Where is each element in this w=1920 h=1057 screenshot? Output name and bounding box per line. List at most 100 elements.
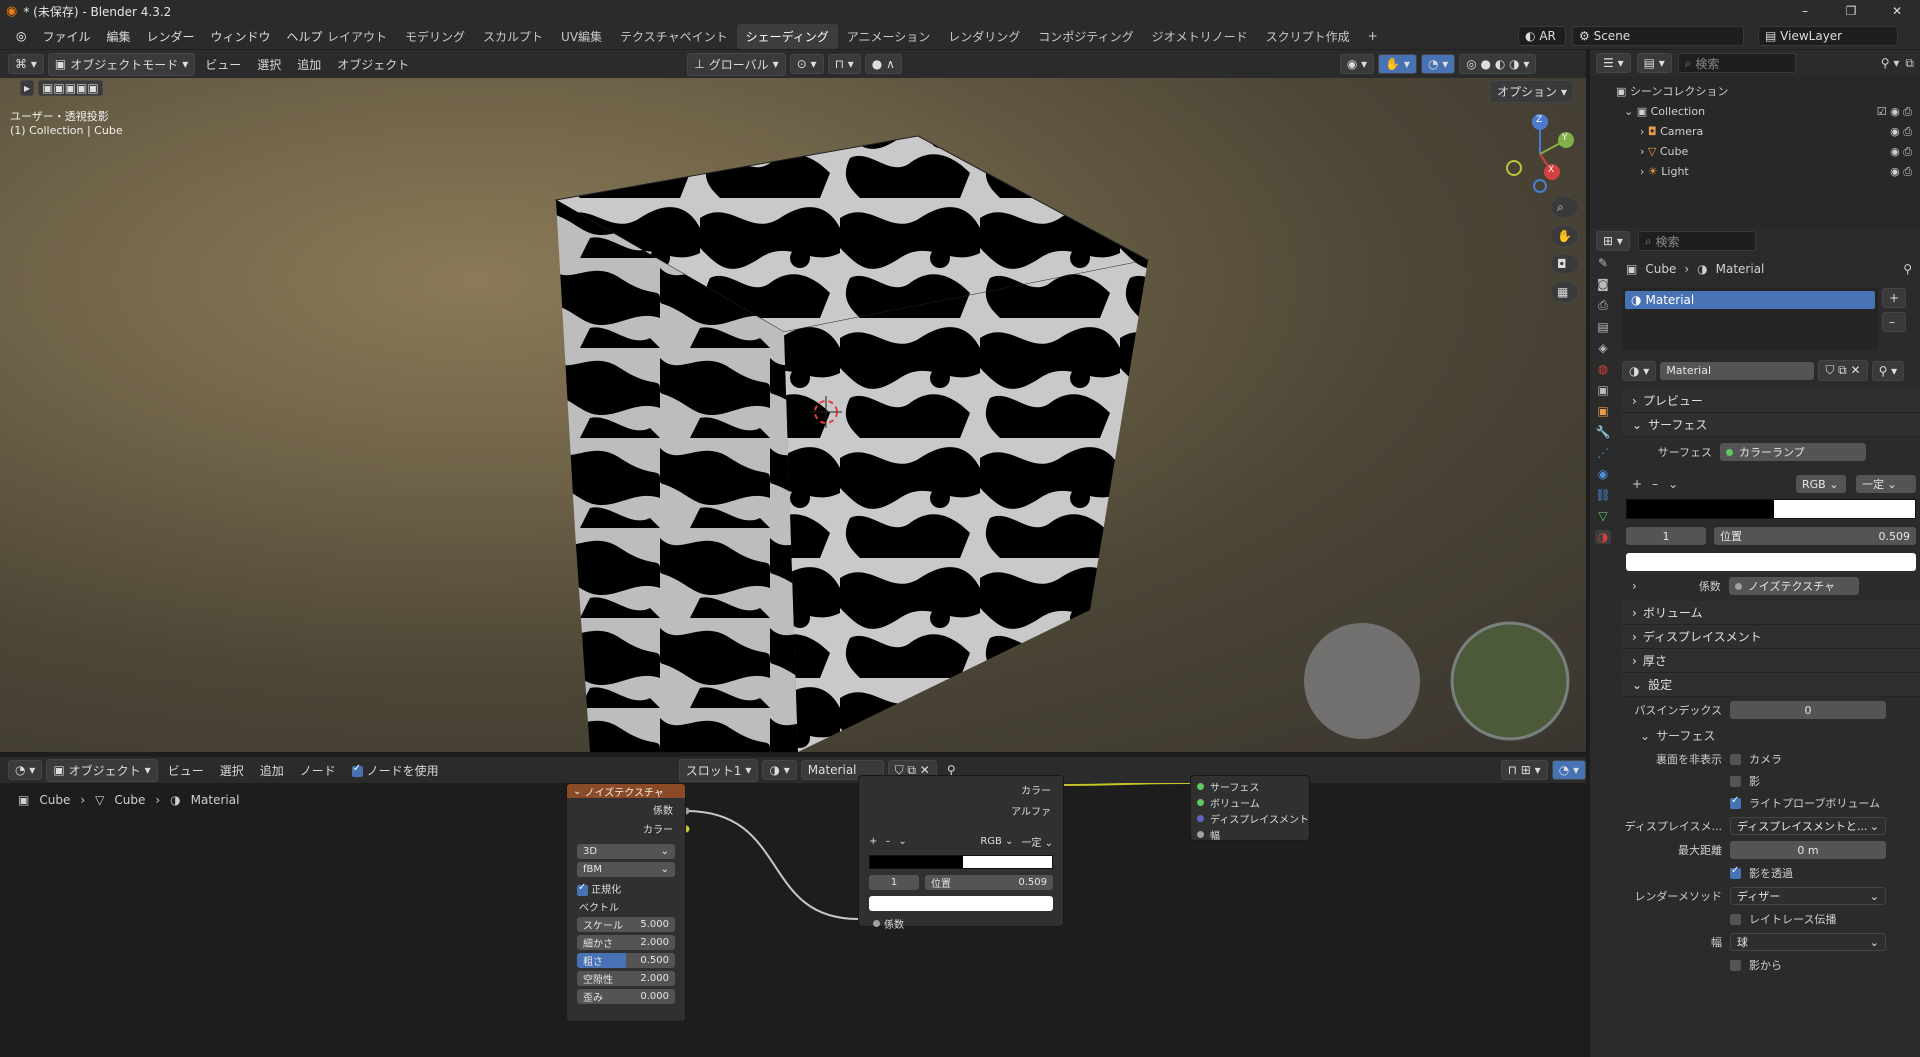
output-tab-icon[interactable]: ⎙ <box>1598 298 1608 313</box>
socket-icon[interactable] <box>1197 814 1204 822</box>
ramp-node-mode[interactable]: RGB ⌄ <box>980 836 1013 847</box>
view-layer-tab-icon[interactable]: ▤ <box>1597 320 1608 334</box>
properties-search-field[interactable]: ⌕ 検索 <box>1637 231 1756 251</box>
material-slot-list[interactable]: ◑ Material <box>1622 288 1878 350</box>
socket-icon[interactable] <box>1197 798 1204 806</box>
expand-chevron-icon[interactable]: ⌄ <box>1624 102 1633 122</box>
outliner-editor-type-button[interactable]: ☰ ▾ <box>1596 53 1631 73</box>
ramp-position-field[interactable]: 位置 0.509 <box>1714 527 1916 545</box>
tab-texture-paint[interactable]: テクスチャペイント <box>611 24 737 49</box>
browse-material-button[interactable]: ◑ ▾ <box>1622 360 1657 381</box>
noise-detail-field[interactable]: 細かさ 2.000 <box>577 935 675 950</box>
visibility-icons[interactable]: ◉ ⎙ <box>1890 162 1920 182</box>
pivot-button[interactable]: ⊙ ▾ <box>789 54 824 74</box>
visibility-icons[interactable]: ◉ ⎙ <box>1890 122 1920 142</box>
noise-texture-node[interactable]: ⌄ ノイズテクスチャ 係数 カラー 3D ⌄ fBM ⌄ 正規化 ベクトル スケール… <box>566 783 686 1022</box>
render-tab-icon[interactable]: ◙ <box>1597 277 1609 291</box>
remove-stop-icon[interactable]: – <box>885 836 890 847</box>
normalize-row[interactable]: 正規化 <box>567 881 685 896</box>
ramp-menu-icon[interactable]: ⌄ <box>898 836 906 847</box>
socket-icon[interactable] <box>873 920 880 927</box>
node-menu-node[interactable]: ノード <box>294 762 342 779</box>
remove-slot-button[interactable]: – <box>1882 312 1907 332</box>
socket-icon[interactable] <box>1197 830 1204 838</box>
visibility-icons[interactable]: ◉ ⎙ <box>1890 142 1920 162</box>
3d-viewport[interactable]: ▸ ▣▣▣▣▣ オプション ▾ ユーザー・透視投影 (1) Collection… <box>0 78 1586 752</box>
use-nodes-checkbox[interactable] <box>351 763 363 777</box>
data-tab-icon[interactable]: ▽ <box>1598 509 1607 523</box>
material-link-button[interactable]: ⚲ ▾ <box>1871 360 1905 381</box>
node-menu-select[interactable]: 選択 <box>214 762 250 779</box>
lightprobe-checkbox[interactable] <box>1730 795 1741 809</box>
add-stop-icon[interactable]: + <box>869 836 877 847</box>
remove-stop-icon[interactable]: – <box>1652 477 1658 491</box>
outliner-item-cube[interactable]: › ▽ Cube ◉ ⎙ <box>1616 142 1920 162</box>
pin-icon[interactable]: ⚲ <box>1903 262 1920 276</box>
expand-chevron-icon[interactable]: › <box>1640 122 1644 142</box>
outliner-item-camera[interactable]: › ◘ Camera ◉ ⎙ <box>1616 122 1920 142</box>
outliner-item-light[interactable]: › ☀ Light ◉ ⎙ <box>1616 162 1920 182</box>
expand-chevron-icon[interactable]: › <box>1640 142 1644 162</box>
tab-geometry-nodes[interactable]: ジオメトリノード <box>1143 24 1257 49</box>
editor-type-button[interactable]: ⌘ ▾ <box>8 54 44 74</box>
chevron-right-icon[interactable]: › <box>1632 579 1637 593</box>
filter-icon[interactable]: ⚲ ▾ <box>1881 56 1900 70</box>
panel-preview[interactable]: › プレビュー <box>1622 389 1920 413</box>
material-tab-icon[interactable]: ◑ <box>1594 530 1612 544</box>
tab-animation[interactable]: アニメーション <box>838 24 940 49</box>
add-stop-icon[interactable]: + <box>1632 477 1642 491</box>
particles-tab-icon[interactable]: ⋰ <box>1597 446 1609 460</box>
tab-shading[interactable]: シェーディング <box>736 23 838 49</box>
visibility-button[interactable]: ◉ ▾ <box>1339 54 1375 74</box>
properties-editor-type-button[interactable]: ⊞ ▾ <box>1596 231 1630 251</box>
factor-link-field[interactable]: ノイズテクスチャ <box>1728 577 1859 595</box>
node-snap-button[interactable]: ⊓ ⊞ ▾ <box>1500 760 1548 780</box>
ramp-interp[interactable]: 一定 ⌄ <box>1856 475 1916 493</box>
menu-edit[interactable]: 編集 <box>99 28 139 45</box>
snap-button[interactable]: ⊓ ▾ <box>827 54 861 74</box>
minimize-button[interactable]: – <box>1782 0 1828 22</box>
node-menu-view[interactable]: ビュー <box>162 762 210 779</box>
tool-tab-icon[interactable]: ✎ <box>1598 256 1608 270</box>
tab-modeling[interactable]: モデリング <box>396 24 474 49</box>
tab-compositing[interactable]: コンポジティング <box>1029 24 1142 49</box>
node-editor-type-button[interactable]: ◔ ▾ <box>8 760 43 780</box>
scene-selector[interactable]: ⚙ Scene <box>1572 26 1744 46</box>
world-tab-icon[interactable]: ◍ <box>1598 362 1608 376</box>
noise-node-header[interactable]: ⌄ ノイズテクスチャ <box>567 784 685 799</box>
material-slot-item[interactable]: ◑ Material <box>1625 291 1875 309</box>
ortho-grid-icon[interactable]: ▦ <box>1550 281 1579 303</box>
scene-tab-icon[interactable]: ◈ <box>1598 341 1607 355</box>
camera-view-icon[interactable]: ◘ <box>1550 253 1579 275</box>
ramp-node-interp[interactable]: 一定 ⌄ <box>1021 834 1053 849</box>
menu-add[interactable]: 追加 <box>291 56 327 73</box>
outliner-search-field[interactable]: ⌕ 検索 <box>1677 53 1796 73</box>
backface-shadow-checkbox[interactable] <box>1730 775 1741 787</box>
backface-camera-checkbox[interactable] <box>1730 753 1741 765</box>
outliner-display-mode-button[interactable]: ▤ ▾ <box>1636 53 1672 73</box>
noise-lacunarity-field[interactable]: 空隙性 2.000 <box>577 971 675 986</box>
menu-window[interactable]: ウィンドウ <box>203 28 279 45</box>
menu-select[interactable]: 選択 <box>251 56 287 73</box>
panel-displacement[interactable]: › ディスプレイスメント <box>1622 625 1920 649</box>
new-collection-icon[interactable]: ⧉ <box>1905 56 1920 71</box>
panel-volume[interactable]: › ボリューム <box>1622 601 1920 625</box>
thickness-mode-dropdown[interactable]: 球 ⌄ <box>1730 933 1886 951</box>
noise-roughness-field[interactable]: 粗さ 0.500 <box>577 953 675 968</box>
sub-surface-header[interactable]: ⌄ サーフェス <box>1622 723 1920 748</box>
menu-render[interactable]: レンダー <box>139 28 203 45</box>
ar-toggle[interactable]: ◐ AR <box>1518 26 1566 46</box>
physics-tab-icon[interactable]: ◉ <box>1598 467 1608 481</box>
ramp-gradient[interactable] <box>1626 499 1916 519</box>
surface-shader-field[interactable]: カラーランプ <box>1720 443 1866 461</box>
menu-object[interactable]: オブジェクト <box>331 56 415 73</box>
transparent-shadow-checkbox[interactable] <box>1730 865 1741 879</box>
close-button[interactable]: ✕ <box>1874 0 1920 22</box>
ramp-node-position[interactable]: 位置 0.509 <box>925 875 1053 890</box>
menu-file[interactable]: ファイル <box>34 28 98 45</box>
navigation-gizmo[interactable]: Z Y X <box>1500 114 1580 194</box>
material-browse-button[interactable]: ◑ ▾ <box>762 760 797 780</box>
gizmo-button[interactable]: ✋ ▾ <box>1378 54 1417 74</box>
material-name-field[interactable]: Material <box>1660 361 1815 380</box>
object-tab-icon[interactable]: ▣ <box>1597 404 1608 418</box>
